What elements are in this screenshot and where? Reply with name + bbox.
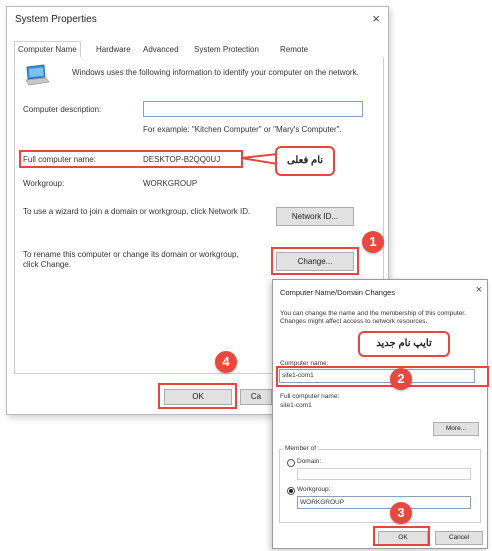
computer-name-highlight (276, 366, 489, 387)
close-icon[interactable]: × (372, 11, 380, 26)
step-3-badge: 3 (390, 502, 412, 524)
full-name-highlight (19, 150, 243, 168)
domain-input[interactable] (297, 468, 471, 480)
example-text: For example: "Kitchen Computer" or "Mary… (143, 125, 342, 134)
window-title: System Properties (15, 14, 97, 25)
type-new-name-callout: تایپ نام جدید (358, 331, 450, 357)
computer-description-input[interactable] (143, 101, 363, 117)
network-id-text: To use a wizard to join a domain or work… (23, 207, 251, 216)
cancel-button[interactable]: Ca (240, 389, 272, 405)
workgroup-input-value: WORKGROUP (300, 499, 345, 506)
computer-description-label: Computer description: (23, 105, 102, 114)
dialog-title: Computer Name/Domain Changes (280, 288, 396, 297)
member-of-label: Member of (283, 445, 319, 452)
dialog-full-name-value: site1-com1 (280, 402, 312, 409)
tab-system-protection[interactable]: System Protection (190, 41, 263, 57)
callout-pointer-icon (240, 152, 279, 166)
more-button[interactable]: More... (433, 422, 479, 436)
current-name-callout: نام فعلی (275, 146, 335, 176)
dialog-cancel-button[interactable]: Cancel (435, 531, 483, 545)
workgroup-value: WORKGROUP (143, 179, 198, 188)
computer-name-changes-dialog: Computer Name/Domain Changes × You can c… (272, 279, 488, 549)
tab-remote[interactable]: Remote (276, 41, 312, 57)
workgroup-radio[interactable] (287, 487, 295, 495)
tab-strip: Computer Name Hardware Advanced System P… (14, 41, 382, 58)
workgroup-label: Workgroup: (23, 179, 65, 188)
computer-description-value (144, 104, 147, 113)
dialog-intro-text: You can change the name and the membersh… (280, 310, 466, 325)
intro-text: Windows uses the following information t… (72, 68, 359, 77)
network-id-button[interactable]: Network ID... (276, 207, 354, 226)
computer-icon (25, 64, 50, 86)
dialog-close-icon[interactable]: × (476, 284, 482, 296)
change-button-highlight (271, 247, 359, 275)
workgroup-input[interactable]: WORKGROUP (297, 496, 471, 509)
dialog-ok-highlight (373, 526, 430, 546)
tab-computer-name[interactable]: Computer Name (14, 41, 81, 58)
workgroup-option-label: Workgroup: (297, 486, 331, 493)
tab-hardware[interactable]: Hardware (92, 41, 135, 57)
step-2-badge: 2 (390, 368, 412, 390)
ok-button-highlight (158, 383, 237, 409)
domain-radio[interactable] (287, 459, 295, 467)
tab-advanced[interactable]: Advanced (139, 41, 183, 57)
rename-text: To rename this computer or change its do… (23, 250, 239, 269)
step-1-badge: 1 (362, 231, 384, 253)
dialog-full-name-label: Full computer name: (280, 393, 340, 400)
step-4-badge: 4 (215, 351, 237, 373)
domain-option-label: Domain: (297, 458, 322, 465)
